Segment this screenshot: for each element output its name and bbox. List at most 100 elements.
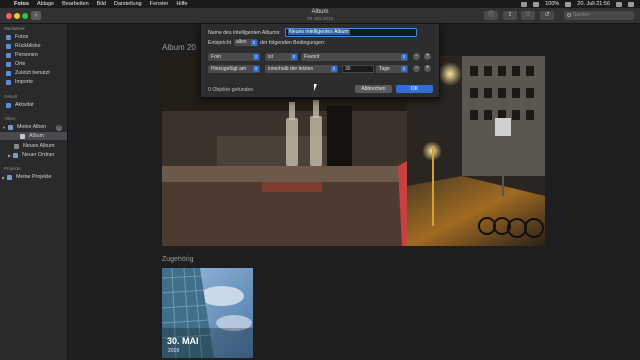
ok-button[interactable]: OK [396, 85, 433, 93]
album-name-field[interactable]: Neues intelligentes Album [285, 28, 417, 37]
menu-bar: Fotos Ablage Bearbeiten Bild Darstellung… [0, 0, 640, 8]
toolbar: ‹ Album 09. Mai 2018 ⓘ ⇪ ♡ ↺ Suchen [0, 8, 640, 24]
condition-2-unit-value: Tage [379, 66, 390, 72]
rotate-button[interactable]: ↺ [540, 11, 554, 20]
condition-2-add-button[interactable]: + [424, 65, 431, 72]
album-name-value: Neues intelligentes Album [288, 29, 350, 35]
folder-icon [7, 174, 13, 180]
smart-album-dialog: Name des intelligenten Albums: Neues int… [200, 24, 440, 98]
album-icon [14, 143, 19, 149]
control-center-icon[interactable] [628, 1, 634, 7]
sidebar-item-zuletzt-benutzt[interactable]: Zuletzt benutzt [6, 69, 50, 77]
info-icon: ⓘ [487, 12, 494, 18]
condition-2-unit-select[interactable]: Tage ⇕ [376, 65, 408, 73]
battery-icon[interactable] [565, 1, 572, 7]
memory-year: 2019 [168, 348, 180, 354]
condition-1-value-select[interactable]: Favorit ⇕ [301, 53, 408, 61]
add-album-button[interactable]: + [56, 125, 62, 131]
battery-label[interactable]: 100% [545, 1, 559, 7]
folder-icon [7, 124, 13, 130]
sidebar-item-label: Fotos [15, 34, 29, 40]
match-mode-select[interactable]: allen ⇕ [234, 39, 258, 46]
cancel-button[interactable]: Abbrechen [355, 85, 392, 93]
menu-bild[interactable]: Bild [97, 1, 106, 7]
condition-1-operator-value: ist [268, 54, 273, 60]
sidebar-item-label: Meine Projekte [16, 174, 52, 180]
clock-label[interactable]: 20. Juli 21:56 [577, 1, 610, 7]
condition-2-remove-button[interactable]: − [413, 65, 420, 72]
folder-icon [13, 152, 19, 158]
memory-tile[interactable]: 30. MAI 2019 [162, 268, 253, 358]
search-placeholder: Suchen [573, 12, 590, 18]
condition-1-remove-button[interactable]: − [413, 53, 420, 60]
sidebar-item-meine-alben[interactable]: ▼ Meine Alben [2, 123, 46, 131]
sidebar-section-shared: Geteilt [4, 94, 18, 99]
sidebar-item-label: Neues Album [23, 143, 55, 149]
sidebar-item-label: Importe [15, 79, 33, 85]
sidebar-item-label: Neuer Ordner [22, 152, 55, 158]
condition-1-add-button[interactable]: + [424, 53, 431, 60]
chevron-updown-icon: ⇕ [401, 54, 407, 60]
spotlight-icon[interactable] [616, 1, 622, 7]
wifi-icon[interactable] [521, 1, 528, 7]
share-button[interactable]: ⇪ [503, 11, 517, 20]
sidebar-item-orte[interactable]: Orte [6, 60, 25, 68]
condition-1-value: Favorit [304, 54, 320, 60]
activity-icon [6, 102, 11, 108]
sidebar-item-album[interactable]: Album [0, 132, 67, 140]
menu-ablage[interactable]: Ablage [37, 1, 54, 7]
match-mode-value: allen [236, 39, 247, 45]
memory-title: 30. MAI [167, 336, 199, 346]
chevron-updown-icon: ⇕ [401, 66, 407, 72]
disclosure-open-icon: ▼ [2, 124, 6, 130]
sidebar-item-label: Album [29, 133, 45, 139]
sidebar-item-importe[interactable]: Importe [6, 78, 33, 86]
condition-2-field-value: Hinzugefügt am [211, 66, 247, 72]
mouse-cursor-icon [314, 84, 317, 91]
sidebar-item-label: Meine Alben [16, 124, 47, 130]
condition-2-field-select[interactable]: Hinzugefügt am ⇕ [208, 65, 260, 73]
result-count-label: 0 Objekte gefunden [208, 87, 254, 93]
condition-2-operator-select[interactable]: innerhalb der letzten ⇕ [265, 65, 338, 73]
sidebar: Mediathek Fotos Rückblicke Personen Orte… [0, 24, 68, 360]
rotate-icon: ↺ [544, 12, 550, 18]
related-heading: Zugehörig [162, 256, 194, 263]
disclosure-closed-icon: ▶ [8, 152, 12, 158]
people-icon [6, 52, 11, 58]
match-prefix-label: Entspricht [208, 40, 232, 46]
sidebar-item-rueckblicke[interactable]: Rückblicke [6, 42, 41, 50]
condition-1-operator-select[interactable]: ist ⇕ [265, 53, 298, 61]
sidebar-item-neues-album[interactable]: Neues Album [14, 142, 55, 150]
sidebar-section-library: Mediathek [4, 26, 25, 31]
menu-bearbeiten[interactable]: Bearbeiten [62, 1, 89, 7]
sidebar-item-label: Orte [15, 61, 26, 67]
search-field[interactable]: Suchen [564, 11, 634, 20]
sidebar-item-label: Zuletzt benutzt [15, 70, 50, 76]
sidebar-item-fotos[interactable]: Fotos [6, 33, 28, 41]
menu-darstellung[interactable]: Darstellung [114, 1, 142, 7]
sidebar-section-projects: Projekte [4, 166, 21, 171]
menu-fotos[interactable]: Fotos [14, 1, 29, 7]
sidebar-item-meine-projekte[interactable]: ▶ Meine Projekte [2, 173, 51, 181]
condition-1-field-select[interactable]: Foto ⇕ [208, 53, 260, 61]
menu-hilfe[interactable]: Hilfe [176, 1, 187, 7]
chevron-updown-icon: ⇕ [253, 66, 259, 72]
volume-icon[interactable] [533, 1, 540, 7]
info-button[interactable]: ⓘ [484, 11, 498, 20]
share-icon: ⇪ [507, 12, 513, 18]
condition-2-number-field[interactable]: 30 [342, 65, 374, 73]
menu-fenster[interactable]: Fenster [150, 1, 169, 7]
sidebar-item-label: Personen [15, 52, 38, 58]
chevron-updown-icon: ⇕ [251, 40, 257, 46]
imports-icon [6, 79, 11, 85]
favorite-button[interactable]: ♡ [521, 11, 535, 20]
places-icon [6, 61, 11, 67]
condition-1-field-value: Foto [211, 54, 222, 60]
sidebar-section-albums: Alben [4, 116, 16, 121]
album-heading: Album 20 [162, 43, 196, 52]
sidebar-item-neuer-ordner[interactable]: ▶ Neuer Ordner [8, 151, 54, 159]
chevron-updown-icon: ⇕ [253, 54, 259, 60]
sidebar-item-aktivitaet[interactable]: Aktivität [6, 101, 34, 109]
chevron-updown-icon: ⇕ [331, 66, 337, 72]
sidebar-item-personen[interactable]: Personen [6, 51, 38, 59]
